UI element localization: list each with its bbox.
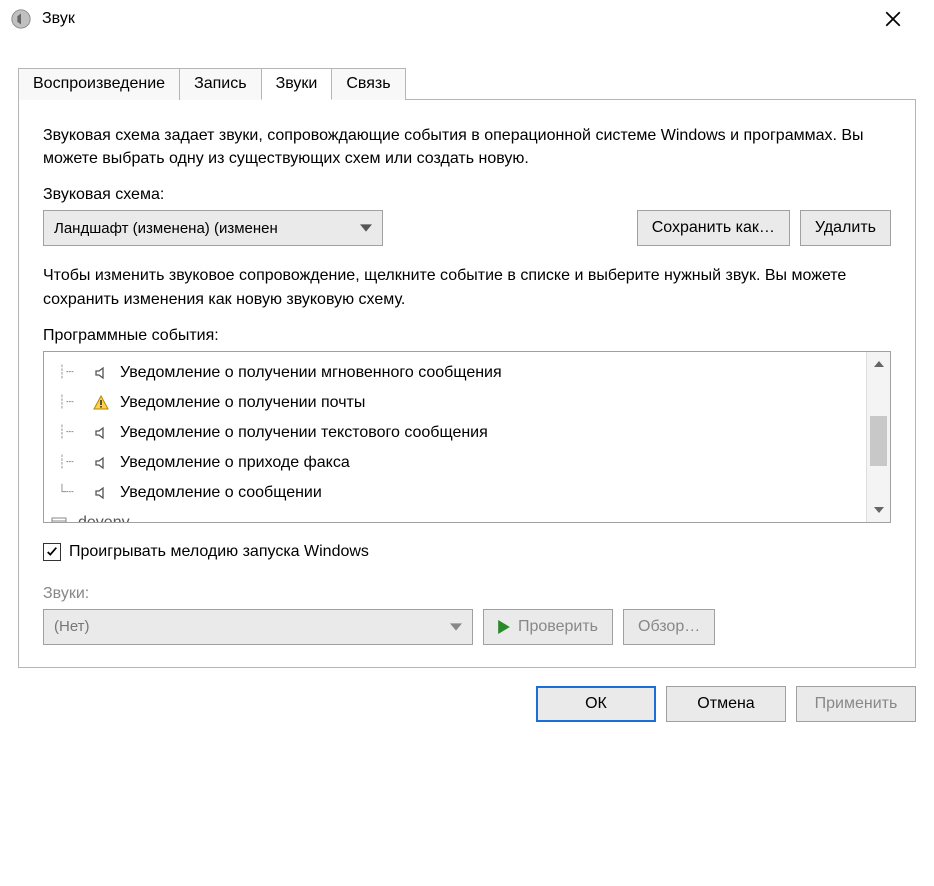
tree-branch-icon: ┊┄ <box>58 395 82 410</box>
event-item-label: devenv <box>78 514 130 522</box>
sounds-label: Звуки: <box>43 585 891 603</box>
tab-recording[interactable]: Запись <box>179 68 262 100</box>
speaker-icon <box>92 365 110 381</box>
event-item-label: Уведомление о приходе факса <box>120 454 350 472</box>
tree-branch-icon: ┊┄ <box>58 365 82 380</box>
scroll-down-icon[interactable] <box>867 498 890 522</box>
tab-communications[interactable]: Связь <box>331 68 405 100</box>
play-startup-label: Проигрывать мелодию запуска Windows <box>69 543 369 561</box>
sound-scheme-value: Ландшафт (изменена) (изменен <box>54 220 278 237</box>
tree-branch-icon: └┄ <box>58 485 82 500</box>
chevron-down-icon <box>360 224 372 232</box>
speaker-icon <box>92 425 110 441</box>
event-item-label: Уведомление о получении текстового сообщ… <box>120 424 488 442</box>
event-item[interactable]: devenv <box>58 508 860 522</box>
event-item[interactable]: ┊┄ Уведомление о получении мгновенного с… <box>58 358 860 388</box>
test-button-label: Проверить <box>518 618 598 636</box>
event-item-label: Уведомление о сообщении <box>120 484 322 502</box>
dialog-footer: ОК Отмена Применить <box>0 668 934 722</box>
title-bar: Звук <box>0 0 934 40</box>
event-item[interactable]: └┄ Уведомление о сообщении <box>58 478 860 508</box>
sound-file-value: (Нет) <box>54 618 90 635</box>
save-as-button[interactable]: Сохранить как… <box>637 210 790 246</box>
tab-playback[interactable]: Воспроизведение <box>18 68 180 100</box>
event-item-label: Уведомление о получении почты <box>120 394 365 412</box>
scroll-up-icon[interactable] <box>867 352 890 376</box>
program-events-body[interactable]: ┊┄ Уведомление о получении мгновенного с… <box>44 352 866 522</box>
play-startup-checkbox-row[interactable]: Проигрывать мелодию запуска Windows <box>43 543 891 561</box>
sound-file-dropdown[interactable]: (Нет) <box>43 609 473 645</box>
test-button[interactable]: Проверить <box>483 609 613 645</box>
speaker-icon <box>92 455 110 471</box>
delete-button[interactable]: Удалить <box>800 210 891 246</box>
scheme-description: Звуковая схема задает звуки, сопровождаю… <box>43 124 891 170</box>
cancel-button[interactable]: Отмена <box>666 686 786 722</box>
checkbox-icon[interactable] <box>43 543 61 561</box>
event-item-label: Уведомление о получении мгновенного сооб… <box>120 364 502 382</box>
event-item[interactable]: ┊┄ Уведомление о получении текстового со… <box>58 418 860 448</box>
sound-app-icon <box>10 8 32 30</box>
close-button[interactable] <box>884 10 924 28</box>
apply-button[interactable]: Применить <box>796 686 916 722</box>
events-scrollbar[interactable] <box>866 352 890 522</box>
scroll-thumb[interactable] <box>870 416 887 466</box>
sound-scheme-dropdown[interactable]: Ландшафт (изменена) (изменен <box>43 210 383 246</box>
event-item[interactable]: ┊┄ Уведомление о приходе факса <box>58 448 860 478</box>
program-events-list: ┊┄ Уведомление о получении мгновенного с… <box>43 351 891 523</box>
tree-branch-icon: ┊┄ <box>58 455 82 470</box>
warning-icon <box>92 395 110 411</box>
events-label: Программные события: <box>43 327 891 345</box>
tree-branch-icon: ┊┄ <box>58 425 82 440</box>
window-title: Звук <box>42 10 884 28</box>
sounds-panel: Звуковая схема задает звуки, сопровождаю… <box>18 99 916 668</box>
events-description: Чтобы изменить звуковое сопровождение, щ… <box>43 264 891 310</box>
browse-button[interactable]: Обзор… <box>623 609 715 645</box>
scroll-track[interactable] <box>867 376 890 498</box>
play-icon <box>498 620 510 634</box>
speaker-icon <box>92 485 110 501</box>
tab-sounds[interactable]: Звуки <box>261 68 333 100</box>
tab-strip: Воспроизведение Запись Звуки Связь <box>18 68 934 100</box>
ok-button[interactable]: ОК <box>536 686 656 722</box>
chevron-down-icon <box>450 623 462 631</box>
app-icon <box>50 515 68 522</box>
scheme-label: Звуковая схема: <box>43 186 891 204</box>
event-item[interactable]: ┊┄ Уведомление о получении почты <box>58 388 860 418</box>
